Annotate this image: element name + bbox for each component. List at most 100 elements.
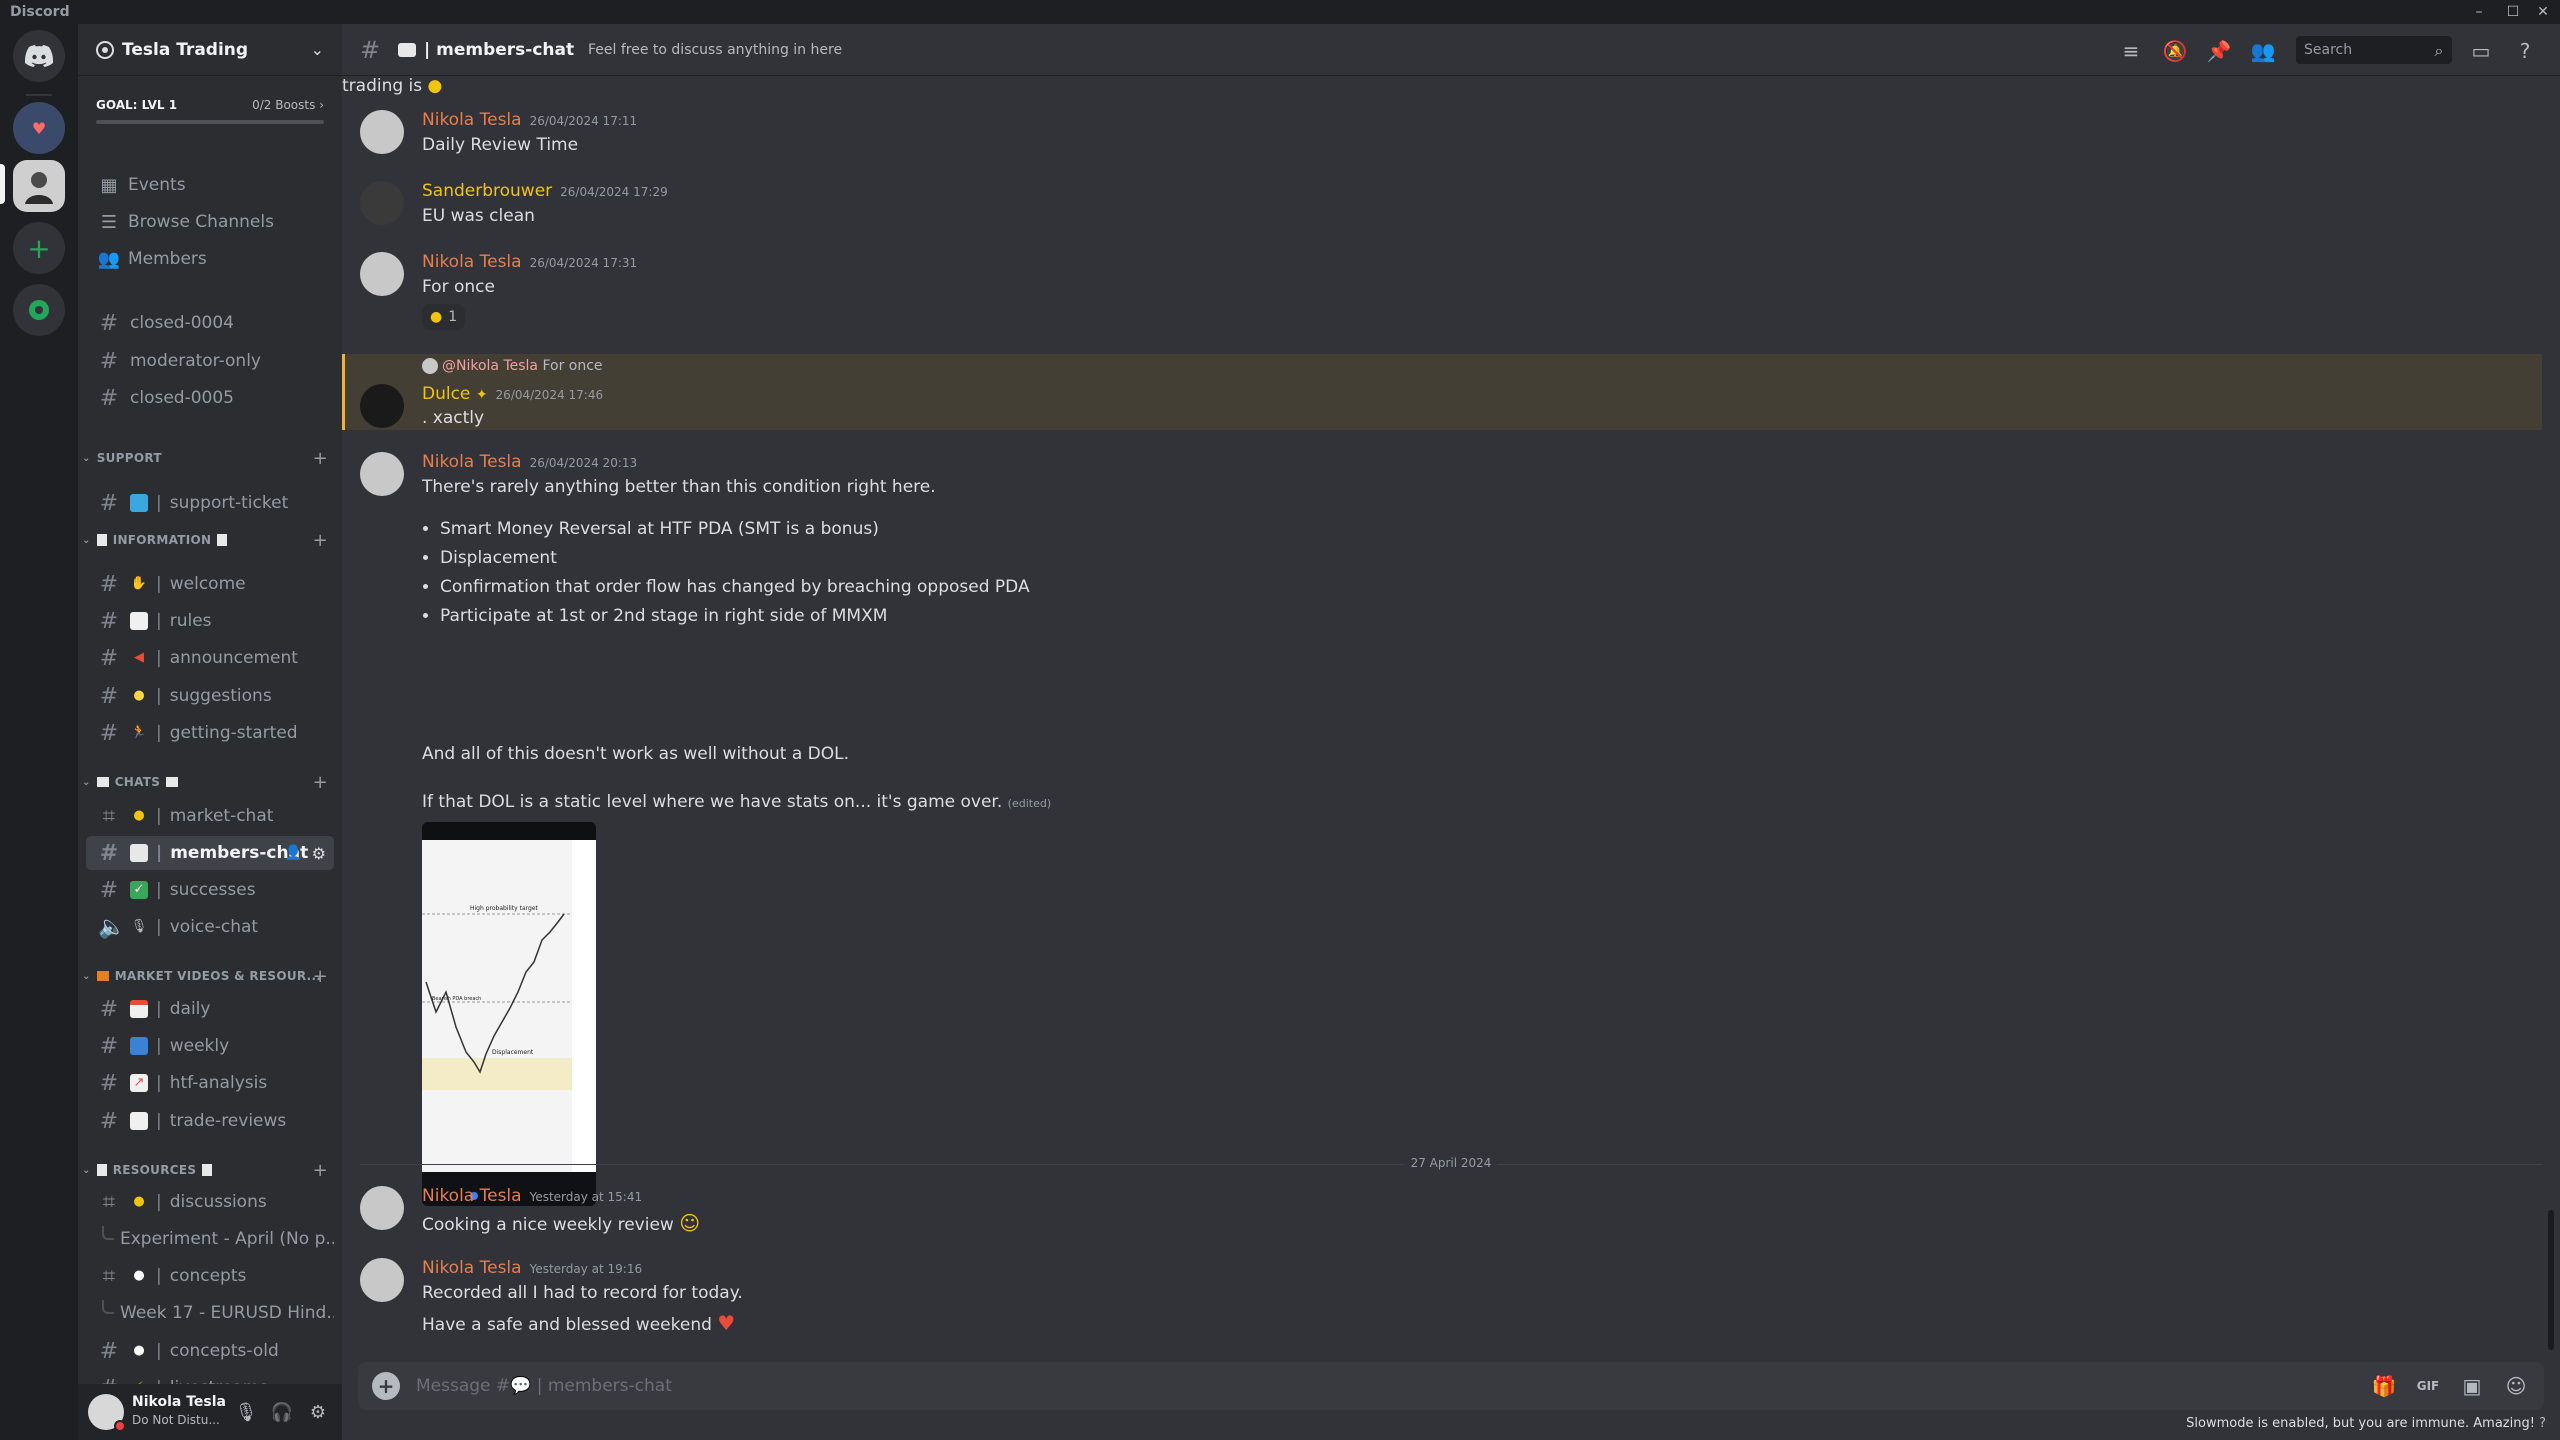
inbox-icon[interactable]: ▭ — [2468, 38, 2494, 64]
nav-members[interactable]: 👥 Members — [86, 242, 334, 276]
threads-icon[interactable]: ≡ — [2118, 38, 2144, 64]
list-item: Confirmation that order flow has changed… — [440, 573, 1030, 602]
notification-bell-icon[interactable]: 🔕 — [2162, 38, 2188, 64]
speech-bubble-icon — [166, 777, 179, 787]
avatar[interactable] — [360, 452, 404, 496]
document-icon — [130, 1112, 148, 1130]
category-label: INFORMATION — [112, 533, 212, 547]
category-resources[interactable]: ⌄ RESOURCES + — [82, 1158, 334, 1182]
message-author[interactable]: Sanderbrouwer 26/04/2024 17:29 — [422, 181, 668, 201]
category-support[interactable]: ⌄ SUPPORT + — [82, 446, 334, 470]
add-server-button[interactable]: + — [13, 222, 65, 274]
channel-support-ticket[interactable]: # | support-ticket — [86, 486, 334, 520]
category-information[interactable]: ⌄ INFORMATION + — [82, 528, 334, 552]
close-icon[interactable]: ✕ — [2530, 0, 2556, 24]
pin-icon[interactable]: 📌 — [2206, 38, 2232, 64]
channel-successes[interactable]: # ✓ | successes — [86, 873, 334, 907]
channel-daily[interactable]: # | daily — [86, 992, 334, 1026]
server-icon-tesla-trading[interactable] — [13, 160, 65, 212]
channel-getting-started[interactable]: # 🏃 | getting-started — [86, 716, 334, 750]
chart-label-low: Displacement — [492, 1049, 534, 1056]
channel-concepts-old[interactable]: # ● | concepts-old — [86, 1334, 334, 1368]
category-chats[interactable]: ⌄ CHATS + — [82, 770, 334, 794]
gear-icon[interactable]: ⚙ — [312, 844, 326, 863]
channel-members-chat[interactable]: # | members-chat 👤 ⚙ — [86, 836, 334, 870]
channel-discussions[interactable]: ⌗ ● | discussions — [86, 1185, 334, 1219]
channel-label: closed-0004 — [130, 313, 234, 333]
hash-icon: # — [99, 385, 119, 411]
add-channel-icon[interactable]: + — [313, 530, 328, 551]
message-author[interactable]: Nikola Tesla 26/04/2024 17:11 — [422, 110, 637, 130]
avatar[interactable] — [360, 1258, 404, 1302]
add-channel-icon[interactable]: + — [313, 966, 328, 987]
channel-closed-0005[interactable]: # closed-0005 — [86, 381, 334, 415]
message-author[interactable]: Nikola Tesla 26/04/2024 20:13 — [422, 452, 637, 472]
add-channel-icon[interactable]: + — [313, 772, 328, 793]
rail-separator — [26, 94, 52, 96]
message-author[interactable]: Nikola Tesla Yesterday at 19:16 — [422, 1258, 642, 1278]
channel-announcement[interactable]: # ◀ | announcement — [86, 641, 334, 675]
server-header[interactable]: Tesla Trading ⌄ — [78, 24, 342, 76]
channel-trade-reviews[interactable]: # | trade-reviews — [86, 1104, 334, 1138]
speaker-icon: 🔈 — [98, 914, 126, 940]
home-button[interactable] — [13, 30, 65, 82]
gear-icon[interactable]: ⚙ — [304, 1398, 332, 1426]
boost-goal[interactable]: GOAL: LVL 1 0/2 Boosts › — [96, 98, 324, 148]
channel-topic[interactable]: Feel free to discuss anything in here — [588, 42, 842, 58]
help-icon[interactable]: ? — [2539, 1416, 2546, 1431]
bullet-list: Smart Money Reversal at HTF PDA (SMT is … — [422, 515, 1030, 631]
explore-servers-button[interactable] — [13, 284, 65, 336]
avatar[interactable] — [360, 1186, 404, 1230]
microphone-icon[interactable]: 🎙 — [232, 1398, 260, 1426]
add-channel-icon[interactable]: + — [313, 448, 328, 469]
category-market-videos[interactable]: ⌄ MARKET VIDEOS & RESOUR... + — [82, 964, 334, 988]
compass-icon — [29, 300, 49, 320]
gift-icon[interactable]: 🎁 — [2370, 1372, 2398, 1400]
add-channel-icon[interactable]: + — [313, 1160, 328, 1181]
avatar[interactable] — [360, 252, 404, 296]
channel-label: htf-analysis — [169, 1073, 268, 1093]
headphones-icon[interactable]: 🎧 — [268, 1398, 296, 1426]
hash-icon: # — [99, 877, 119, 903]
message-scrollbar[interactable] — [2548, 1210, 2554, 1350]
channel-suggestions[interactable]: # ● | suggestions — [86, 679, 334, 713]
channel-voice-chat[interactable]: 🔈 🎙 | voice-chat — [86, 910, 334, 944]
message-author[interactable]: Dulce ✦ 26/04/2024 17:46 — [422, 384, 603, 404]
mention-highlight — [342, 354, 2542, 430]
reply-preview[interactable]: @Nikola Tesla For once — [422, 358, 603, 374]
channel-weekly[interactable]: # | weekly — [86, 1029, 334, 1063]
hash-icon: # — [99, 348, 119, 374]
invite-icon[interactable]: 👤 — [285, 845, 302, 861]
channel-moderator-only[interactable]: # moderator-only — [86, 344, 334, 378]
thread-experiment-april[interactable]: Experiment - April (No p... — [86, 1222, 334, 1256]
thread-week-17-eurusd[interactable]: Week 17 - EURUSD Hind... — [86, 1296, 334, 1330]
reaction-pill[interactable]: ● 1 — [422, 304, 466, 330]
nav-events[interactable]: ▦ Events — [86, 168, 334, 202]
sticker-icon[interactable]: ▣ — [2458, 1372, 2486, 1400]
channel-label: announcement — [169, 648, 298, 668]
server-icon-1[interactable]: ♥ — [13, 102, 65, 154]
ticket-icon — [130, 494, 148, 512]
avatar[interactable] — [360, 181, 404, 225]
member-list-icon[interactable]: 👥 — [2250, 38, 2276, 64]
emoji-picker-icon[interactable]: ☺ — [2502, 1372, 2530, 1400]
channel-closed-0004[interactable]: # closed-0004 — [86, 306, 334, 340]
avatar[interactable] — [360, 110, 404, 154]
image-attachment[interactable]: High probability target Bearish PDA brea… — [422, 822, 596, 1206]
message-input[interactable] — [414, 1370, 2214, 1402]
message-author[interactable]: Nikola Tesla Yesterday at 15:41 — [422, 1186, 642, 1206]
add-attachment-button[interactable]: + — [372, 1372, 400, 1400]
channel-htf-analysis[interactable]: # ↗ | htf-analysis — [86, 1066, 334, 1100]
nav-browse-channels[interactable]: ☰ Browse Channels — [86, 205, 334, 239]
channel-market-chat[interactable]: ⌗ ● | market-chat — [86, 799, 334, 833]
channel-welcome[interactable]: # ✋ | welcome — [86, 567, 334, 601]
message-author[interactable]: Nikola Tesla 26/04/2024 17:31 — [422, 252, 637, 272]
help-icon[interactable]: ? — [2512, 38, 2538, 64]
category-label: SUPPORT — [96, 451, 162, 465]
avatar[interactable] — [360, 384, 404, 428]
gif-icon[interactable]: GIF — [2414, 1372, 2442, 1400]
minimize-icon[interactable]: – — [2466, 0, 2492, 24]
channel-concepts[interactable]: ⌗ ● | concepts — [86, 1259, 334, 1293]
channel-rules[interactable]: # | rules — [86, 604, 334, 638]
maximize-icon[interactable]: ☐ — [2500, 0, 2526, 24]
